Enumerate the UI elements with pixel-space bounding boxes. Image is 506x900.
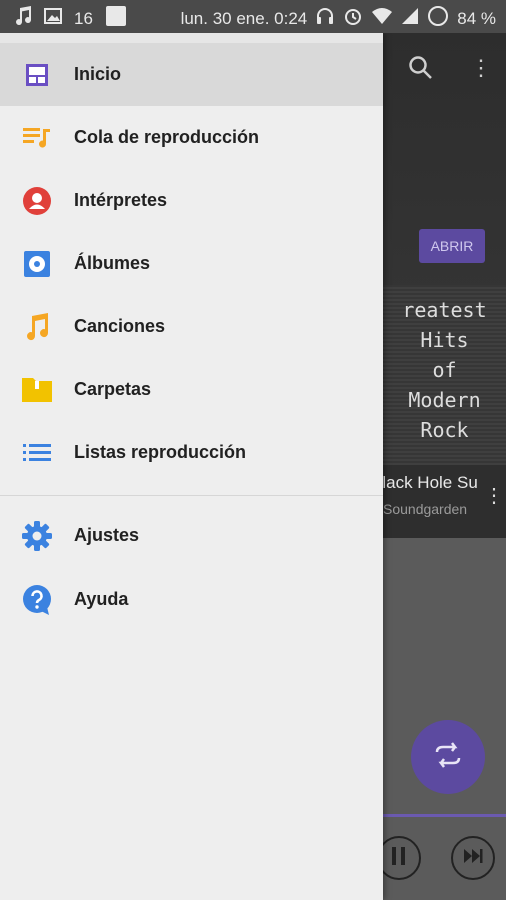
song-title: Black Hole Sun	[383, 473, 478, 492]
nav-item-cola-de-reproduccion[interactable]: Cola de reproducción	[0, 106, 383, 169]
skip-next-icon	[463, 848, 483, 869]
repeat-icon	[433, 741, 463, 773]
open-button[interactable]: ABRIR	[419, 229, 485, 263]
album-art[interactable]: reatest Hits of Modern Rock	[383, 285, 506, 465]
album-art-line: reatest	[402, 298, 487, 322]
signal-icon	[401, 7, 419, 30]
album-art-line: Modern	[408, 388, 481, 412]
help-icon	[22, 584, 52, 615]
nav-item-interpretes[interactable]: Intérpretes	[0, 169, 383, 232]
progress-line	[383, 814, 506, 817]
battery-percent: 84 %	[457, 8, 496, 28]
square-status-icon	[105, 5, 127, 32]
nav-label: Ayuda	[74, 589, 129, 609]
artist-icon	[22, 186, 52, 216]
nav-label: Ajustes	[74, 525, 140, 545]
shuffle-fab[interactable]	[411, 720, 485, 794]
alarm-icon	[343, 6, 363, 31]
wifi-icon	[371, 7, 393, 30]
album-art-line: Hits	[420, 328, 469, 352]
nav-item-canciones[interactable]: Canciones	[0, 295, 383, 358]
nav-item-inicio[interactable]: Inicio	[0, 43, 383, 106]
folder-icon	[22, 375, 52, 405]
divider	[0, 495, 383, 496]
battery-ring-icon	[427, 5, 449, 32]
skip-next-button[interactable]	[451, 836, 495, 880]
nav-label: Listas reproducción	[74, 442, 247, 462]
playlist-icon	[22, 438, 52, 468]
pause-icon	[391, 846, 407, 870]
nav-item-carpetas[interactable]: Carpetas	[0, 358, 383, 421]
music-note-icon	[22, 312, 52, 342]
nav-item-ayuda[interactable]: Ayuda	[0, 568, 383, 631]
overflow-menu-icon[interactable]: ⋮	[470, 55, 492, 81]
image-status-icon	[44, 7, 62, 30]
nav-label: Intérpretes	[74, 190, 168, 210]
album-icon	[22, 249, 52, 279]
status-bar: 16 lun. 30 ene. 0:24 84 %	[0, 0, 506, 33]
nav-label: Álbumes	[74, 253, 151, 273]
queue-music-icon	[22, 123, 52, 153]
nav-item-ajustes[interactable]: Ajustes	[0, 504, 383, 567]
nav-label: Carpetas	[74, 379, 152, 399]
album-art-line: of	[432, 358, 457, 382]
nav-label: Canciones	[74, 316, 166, 336]
home-icon	[22, 60, 52, 90]
music-note-status-icon	[14, 6, 32, 31]
song-more-icon[interactable]: ⋮	[484, 483, 504, 508]
nav-label: Cola de reproducción	[74, 127, 260, 147]
song-artist: Soundgarden	[383, 501, 468, 517]
navigation-drawer: Inicio Cola de reproducción Intérpretes …	[0, 33, 383, 900]
weather-temperature: 16	[74, 8, 93, 28]
status-datetime: lun. 30 ene. 0:24	[180, 8, 308, 28]
nav-item-albumes[interactable]: Álbumes	[0, 232, 383, 295]
album-art-line: Rock	[420, 418, 469, 442]
drawer-top-strip	[0, 33, 383, 43]
nav-item-listas-reproduccion[interactable]: Listas reproducción	[0, 421, 383, 484]
nav-label: Inicio	[74, 64, 122, 84]
settings-gear-icon	[22, 520, 52, 551]
headphones-icon	[315, 6, 335, 31]
search-icon[interactable]	[408, 55, 434, 86]
pause-button[interactable]	[377, 836, 421, 880]
